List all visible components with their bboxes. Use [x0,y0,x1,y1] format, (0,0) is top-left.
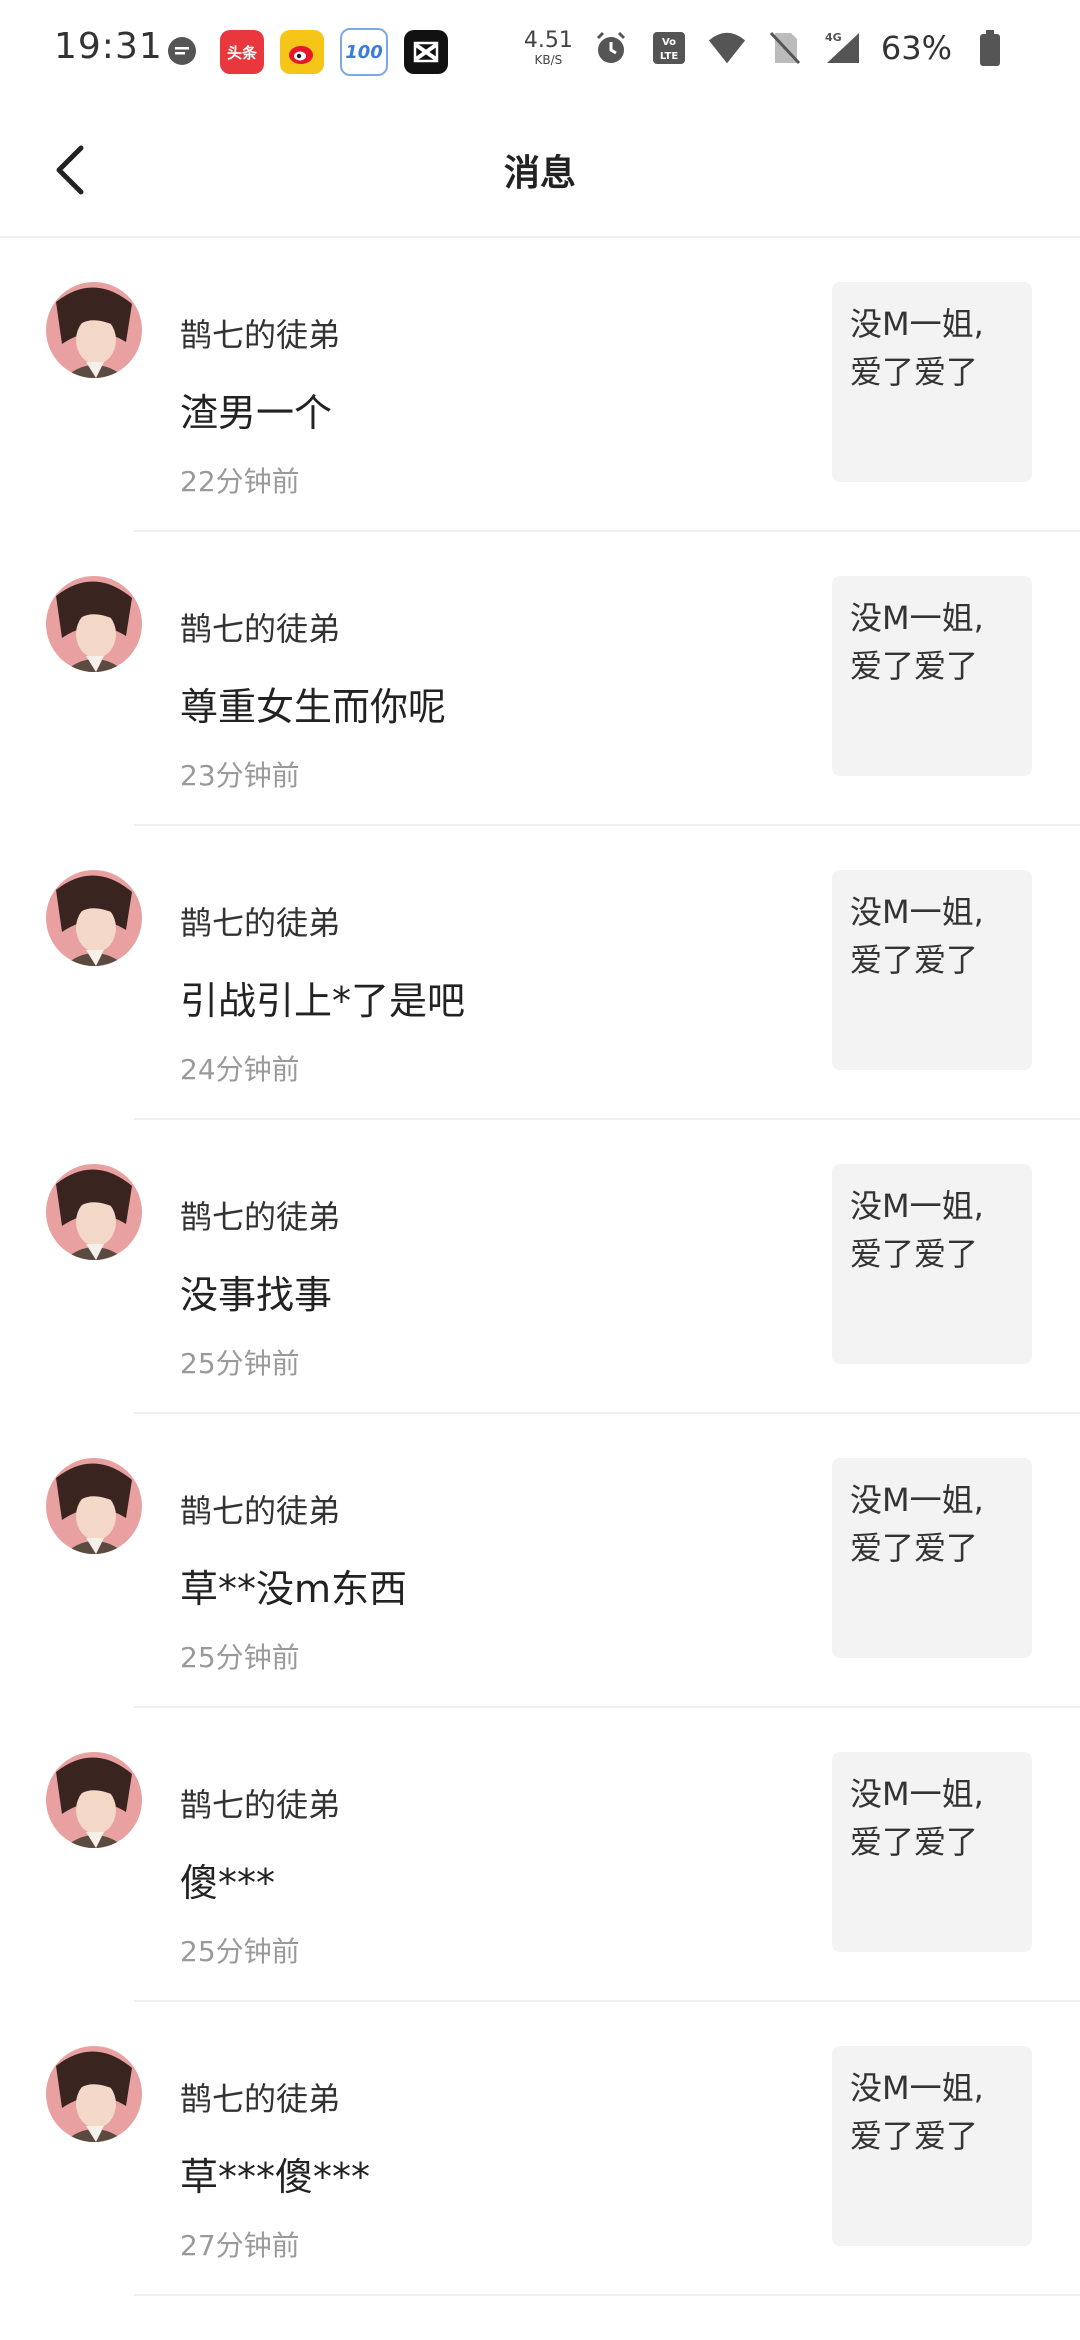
quoted-post-preview[interactable]: 没M一姐, 爱了爱了 [832,1458,1032,1658]
quoted-post-line: 爱了爱了 [850,647,979,685]
network-speed: 4.51 KB/S [523,28,573,67]
comment-text: 尊重女生而你呢 [180,685,447,729]
quoted-post-line: 爱了爱了 [850,1823,979,1861]
quoted-post-line: 爱了爱了 [850,941,979,979]
quoted-post-line: 爱了爱了 [850,1235,979,1273]
alarm-icon [591,28,631,68]
baidu-100-icon: 100 [340,28,388,76]
quoted-post-preview[interactable]: 没M一姐, 爱了爱了 [832,1752,1032,1952]
quoted-post-line: 爱了爱了 [850,1529,979,1567]
quoted-post-text: 没M一姐, 爱了爱了 [832,1752,1030,1866]
quoted-post-line: 没M一姐, [850,305,984,343]
comment-text: 渣男一个 [180,391,333,435]
page-header: 消息 [0,104,1080,238]
timestamp: 25分钟前 [180,1935,300,1968]
svg-text:Vo: Vo [662,37,676,48]
list-item[interactable]: 鹊七的徒弟 渣男一个 22分钟前 没M一姐, 爱了爱了 [0,238,1080,532]
quoted-post-line: 没M一姐, [850,1481,984,1519]
quoted-post-preview[interactable]: 没M一姐, 爱了爱了 [832,870,1032,1070]
comment-text: 傻*** [180,1861,276,1905]
timestamp: 23分钟前 [180,759,300,792]
quoted-post-line: 没M一姐, [850,599,984,637]
username[interactable]: 鹊七的徒弟 [180,310,340,356]
network-speed-value: 4.51 [523,28,573,53]
svg-text:4G: 4G [825,31,842,44]
quoted-post-line: 没M一姐, [850,893,984,931]
wifi-icon [707,28,747,68]
timestamp: 27分钟前 [180,2229,300,2262]
quoted-post-line: 爱了爱了 [850,353,979,391]
signal-4g-icon: 4G [823,28,863,68]
capcut-icon [404,30,448,74]
comment-text: 草**没m东西 [180,1567,408,1611]
no-sim-icon [765,28,805,68]
avatar[interactable] [46,2046,142,2142]
timestamp: 25分钟前 [180,1641,300,1674]
comment-text: 引战引上*了是吧 [180,979,466,1023]
battery-icon [970,28,1010,68]
list-item[interactable]: 鹊七的徒弟 草***傻*** 27分钟前 没M一姐, 爱了爱了 [0,2002,1080,2296]
quoted-post-line: 爱了爱了 [850,2117,979,2155]
avatar[interactable] [46,576,142,672]
list-item[interactable]: 鹊七的徒弟 尊重女生而你呢 23分钟前 没M一姐, 爱了爱了 [0,532,1080,826]
status-indicators: 4.51 KB/S Vo LTE 4G 63% [524,28,1010,68]
quoted-post-preview[interactable]: 没M一姐, 爱了爱了 [832,1164,1032,1364]
timestamp: 25分钟前 [180,1347,300,1380]
status-app-icons: 头条 100 [160,28,448,76]
status-time: 19:31 [54,26,163,67]
list-item[interactable]: 鹊七的徒弟 没事找事 25分钟前 没M一姐, 爱了爱了 [0,1120,1080,1414]
quoted-post-text: 没M一姐, 爱了爱了 [832,870,1030,984]
timestamp: 24分钟前 [180,1053,300,1086]
svg-text:LTE: LTE [660,51,679,62]
quoted-post-text: 没M一姐, 爱了爱了 [832,282,1030,396]
username[interactable]: 鹊七的徒弟 [180,1192,340,1238]
quoted-post-line: 没M一姐, [850,1187,984,1225]
divider [134,2294,1080,2296]
list-item[interactable]: 鹊七的徒弟 引战引上*了是吧 24分钟前 没M一姐, 爱了爱了 [0,826,1080,1120]
status-bar: 19:31 头条 100 4.51 KB/S Vo LTE 4G 63% [0,0,1080,104]
timestamp: 22分钟前 [180,465,300,498]
comment-text: 没事找事 [180,1273,333,1317]
quoted-post-text: 没M一姐, 爱了爱了 [832,1458,1030,1572]
username[interactable]: 鹊七的徒弟 [180,1486,340,1532]
quoted-post-text: 没M一姐, 爱了爱了 [832,2046,1030,2160]
network-speed-unit: KB/S [534,53,563,67]
weibo-icon [280,30,324,74]
quoted-post-preview[interactable]: 没M一姐, 爱了爱了 [832,282,1032,482]
comment-text: 草***傻*** [180,2155,371,2199]
quoted-post-line: 没M一姐, [850,2069,984,2107]
avatar[interactable] [46,282,142,378]
list-item[interactable]: 鹊七的徒弟 草**没m东西 25分钟前 没M一姐, 爱了爱了 [0,1414,1080,1708]
quoted-post-preview[interactable]: 没M一姐, 爱了爱了 [832,576,1032,776]
username[interactable]: 鹊七的徒弟 [180,604,340,650]
username[interactable]: 鹊七的徒弟 [180,898,340,944]
avatar[interactable] [46,1752,142,1848]
quoted-post-line: 没M一姐, [850,1775,984,1813]
quoted-post-text: 没M一姐, 爱了爱了 [832,1164,1030,1278]
list-item[interactable]: 鹊七的徒弟 傻*** 25分钟前 没M一姐, 爱了爱了 [0,1708,1080,2002]
message-list[interactable]: 鹊七的徒弟 渣男一个 22分钟前 没M一姐, 爱了爱了 鹊七的徒弟 尊重女生而你… [0,238,1080,2296]
avatar[interactable] [46,1164,142,1260]
message-icon [160,30,204,74]
page-title: 消息 [503,153,576,194]
quoted-post-text: 没M一姐, 爱了爱了 [832,576,1030,690]
avatar[interactable] [46,1458,142,1554]
avatar[interactable] [46,870,142,966]
volte-icon: Vo LTE [649,28,689,68]
quoted-post-preview[interactable]: 没M一姐, 爱了爱了 [832,2046,1032,2246]
username[interactable]: 鹊七的徒弟 [180,1780,340,1826]
username[interactable]: 鹊七的徒弟 [180,2074,340,2120]
toutiao-icon: 头条 [220,30,264,74]
battery-percentage: 63% [880,29,952,67]
